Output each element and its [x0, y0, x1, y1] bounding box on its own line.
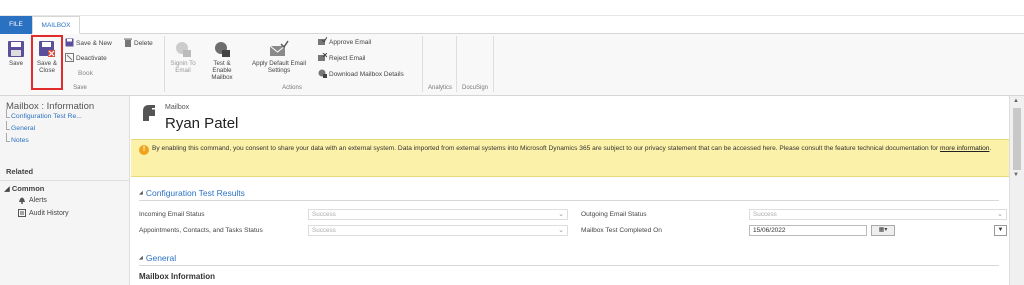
group-divider	[164, 36, 165, 92]
outgoing-email-status-select[interactable]: Success ⌄	[749, 209, 1007, 220]
top-bar	[0, 0, 1024, 16]
calendar-picker-button[interactable]: ▦▾	[871, 225, 895, 236]
signin-to-email-label: Signin To Email	[170, 60, 196, 74]
mailbox-icon	[143, 105, 155, 121]
group-analytics-label: Analytics	[427, 85, 452, 91]
nav-link-notes[interactable]: Notes	[6, 133, 29, 144]
audit-history-icon	[18, 209, 26, 217]
group-divider	[422, 36, 423, 92]
entity-type: Mailbox	[165, 104, 190, 111]
envelope-check-icon	[269, 40, 289, 56]
collapse-triangle-icon: ◢	[4, 184, 12, 193]
approve-icon	[318, 36, 328, 45]
nav-item-alerts[interactable]: Alerts	[18, 196, 47, 204]
save-button[interactable]: Save	[2, 40, 30, 67]
save-new-label: Save & New	[76, 40, 112, 47]
apply-default-email-settings-button[interactable]: Apply Default Email Settings	[243, 40, 315, 74]
record-name: Ryan Patel	[165, 115, 239, 132]
incoming-email-status-select[interactable]: Success ⌄	[308, 209, 568, 220]
save-icon	[8, 41, 24, 57]
test-mailbox-icon	[215, 42, 230, 57]
nav-item-audit-history[interactable]: Audit History	[18, 209, 69, 217]
form-body: Mailbox Ryan Patel ! By enabling this co…	[131, 96, 1009, 285]
related-heading: Related	[6, 167, 34, 176]
reject-icon	[318, 52, 328, 61]
form-title: Mailbox : Information	[6, 101, 95, 112]
section-general[interactable]: General	[139, 253, 176, 263]
outgoing-email-status-label: Outgoing Email Status	[581, 211, 647, 218]
test-enable-mailbox-label: Test & Enable Mailbox	[211, 60, 233, 81]
appointments-contacts-tasks-status-select[interactable]: Success ⌄	[308, 225, 568, 236]
incoming-email-status-label: Incoming Email Status	[139, 211, 205, 218]
section-configuration-test-results[interactable]: Configuration Test Results	[139, 188, 245, 198]
calendar-icon: ▦▾	[878, 227, 888, 233]
nav-link-configuration-test[interactable]: Configuration Test Re...	[6, 109, 82, 120]
save-close-highlight	[31, 35, 63, 90]
delete-label: Delete	[134, 40, 153, 47]
warning-icon: !	[139, 145, 149, 155]
download-mailbox-details-label: Download Mailbox Details	[329, 71, 404, 78]
mailbox-test-completed-on-input[interactable]: 15/06/2022	[749, 225, 867, 236]
reject-email-button[interactable]: Reject Email	[318, 52, 366, 63]
download-icon	[318, 69, 327, 78]
tab-file[interactable]: FILE	[0, 16, 32, 34]
trash-icon	[124, 38, 132, 47]
divider	[0, 180, 130, 181]
group-divider	[456, 36, 457, 92]
delete-button[interactable]: Delete	[124, 38, 153, 48]
notification-bar: ! By enabling this command, you consent …	[131, 139, 1009, 177]
divider	[139, 200, 999, 201]
ribbon-tabs: FILE MAILBOX	[0, 16, 1024, 34]
save-new-button[interactable]: Save & New	[65, 38, 112, 48]
nav-link-general[interactable]: General	[6, 121, 35, 132]
chevron-down-icon: ⌄	[558, 227, 564, 234]
save-new-icon	[65, 38, 74, 47]
mailbox-information-heading: Mailbox Information	[139, 272, 215, 281]
approve-email-label: Approve Email	[329, 39, 372, 46]
vertical-scrollbar[interactable]: ▲ ▼	[1009, 96, 1024, 285]
scroll-thumb[interactable]	[1013, 108, 1021, 170]
divider	[139, 265, 999, 266]
deactivate-button[interactable]: Deactivate	[65, 53, 107, 63]
chevron-down-icon: ⌄	[558, 211, 564, 218]
chevron-down-icon: ▼	[997, 227, 1004, 233]
appointments-contacts-tasks-status-label: Appointments, Contacts, and Tasks Status	[139, 227, 263, 234]
deactivate-label: Deactivate	[76, 55, 107, 62]
common-heading[interactable]: ◢ Common	[4, 184, 44, 193]
more-information-link[interactable]: more information	[940, 145, 989, 152]
notification-text: By enabling this command, you consent to…	[152, 145, 992, 152]
save-label: Save	[8, 60, 24, 67]
scroll-up-icon[interactable]: ▲	[1013, 98, 1019, 104]
signin-icon	[176, 42, 191, 57]
mailbox-test-completed-on-label: Mailbox Test Completed On	[581, 227, 662, 234]
signin-to-email-button[interactable]: Signin To Email	[166, 40, 200, 74]
book-button[interactable]: Book	[78, 69, 93, 79]
test-enable-mailbox-button[interactable]: Test & Enable Mailbox	[203, 40, 241, 81]
apply-default-email-settings-label: Apply Default Email Settings	[252, 60, 306, 74]
chevron-down-icon: ⌄	[997, 211, 1003, 218]
download-mailbox-details-button[interactable]: Download Mailbox Details	[318, 69, 404, 79]
ribbon: Save Save & Close Save & New Delete Deac…	[0, 34, 1024, 96]
bell-icon	[19, 197, 25, 204]
group-docusign-label: DocuSign	[461, 85, 488, 91]
reject-email-label: Reject Email	[329, 55, 366, 62]
scroll-down-icon[interactable]: ▼	[1013, 172, 1019, 178]
group-actions-label: Actions	[282, 85, 302, 91]
group-divider	[493, 36, 494, 92]
left-nav: Mailbox : Information Configuration Test…	[0, 96, 130, 285]
deactivate-icon	[65, 53, 74, 62]
tab-mailbox[interactable]: MAILBOX	[32, 16, 80, 34]
time-dropdown-button[interactable]: ▼	[994, 225, 1007, 236]
group-save-label: Save	[73, 85, 87, 91]
approve-email-button[interactable]: Approve Email	[318, 36, 372, 47]
